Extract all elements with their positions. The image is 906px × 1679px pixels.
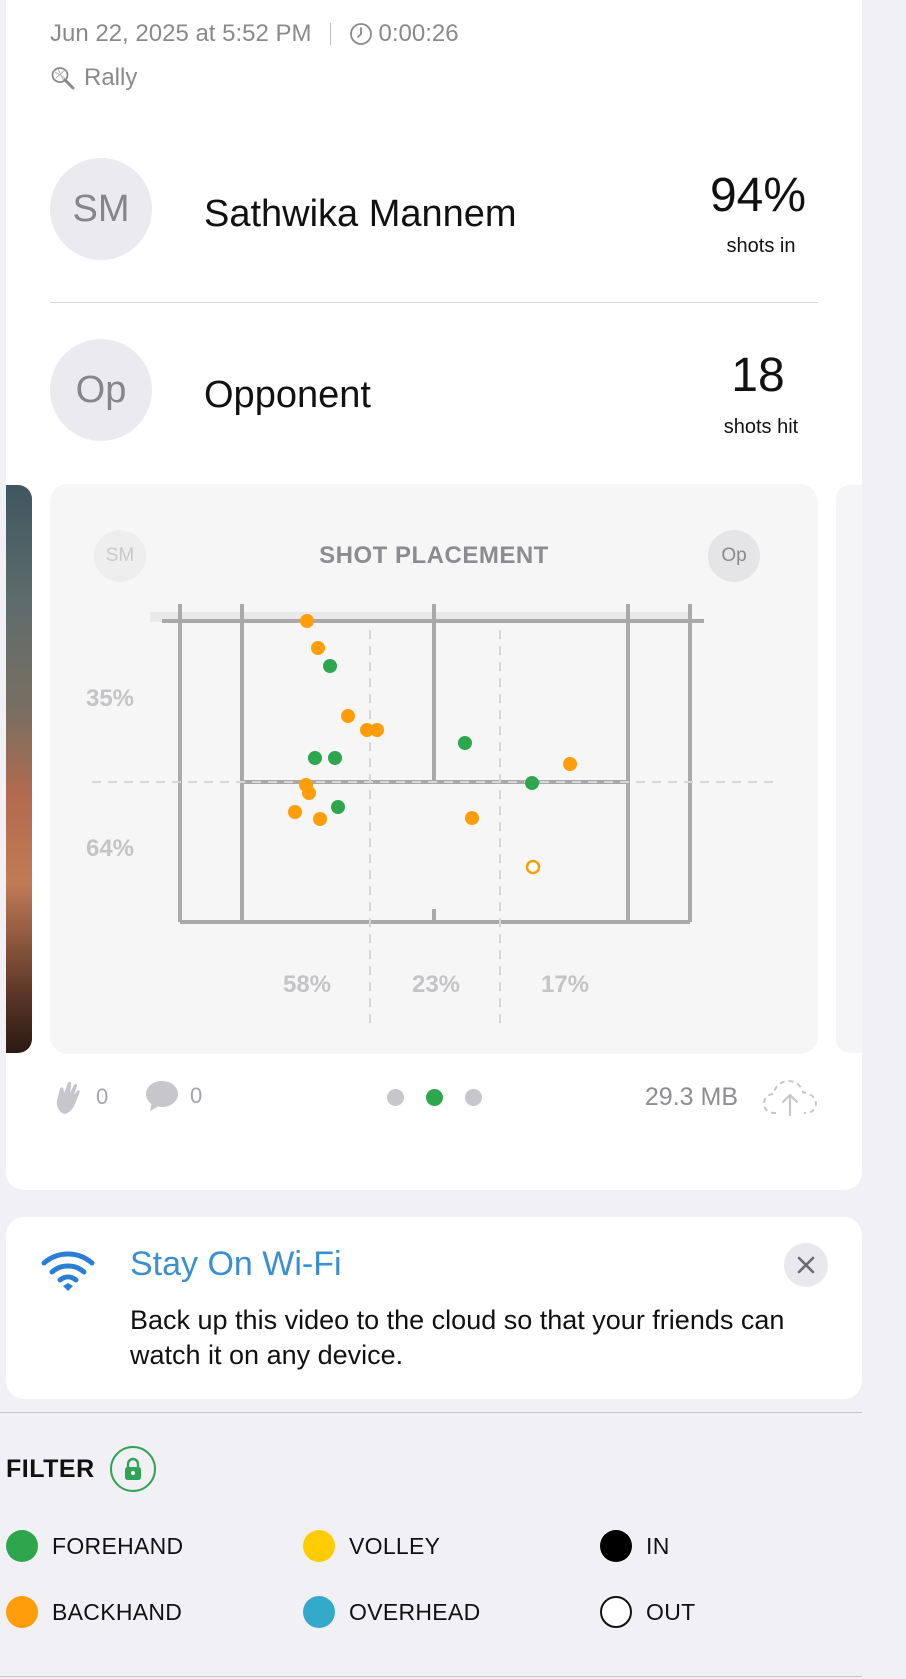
overhead-swatch [303,1596,335,1628]
meta-separator [329,23,331,45]
session-duration: 0:00:26 [378,20,459,47]
shot-dot-backhand [288,805,302,819]
racket-icon [50,65,76,91]
filter-backhand[interactable]: BACKHAND [6,1596,182,1628]
cloud-upload-icon[interactable] [762,1075,818,1124]
shot-dot-forehand [323,659,337,673]
shot-dot-backhand [300,614,314,628]
wifi-banner-body: Back up this video to the cloud so that … [130,1305,785,1370]
width-pct-center: 23% [412,971,460,998]
player-divider [50,302,818,303]
lock-icon[interactable] [110,1446,156,1492]
session-meta: Jun 22, 2025 at 5:52 PM 0:00:26 [50,20,459,48]
filter-title: FILTER [6,1455,95,1483]
like-count: 0 [96,1084,109,1109]
filter-in[interactable]: IN [600,1530,670,1562]
filter-label: FOREHAND [52,1532,184,1559]
filter-divider [0,1412,862,1413]
wifi-banner: Stay On Wi-Fi Back up this video to the … [6,1217,862,1399]
filter-volley[interactable]: VOLLEY [303,1530,440,1562]
filter-label: OUT [646,1598,696,1625]
player-stat-label: shots in [726,235,796,257]
wifi-icon [40,1249,96,1298]
player-stat-value: 18 [731,349,785,402]
backhand-swatch [6,1596,38,1628]
like-button[interactable]: 0 [54,1079,108,1115]
shot-dot-backhand [302,786,316,800]
placement-title: SHOT PLACEMENT [319,542,549,569]
shot-dot-backhand [370,723,384,737]
volley-swatch [303,1530,335,1562]
shot-dot-backhand-out [525,859,541,875]
avatar[interactable]: SM [50,158,152,260]
out-swatch [600,1596,632,1628]
shot-dot-backhand [341,709,355,723]
filter-label: OVERHEAD [349,1598,481,1625]
shot-dot-backhand [563,757,577,771]
comment-count: 0 [190,1083,203,1108]
width-pct-right: 17% [541,971,589,998]
shot-dot-forehand [308,751,322,765]
filter-label: VOLLEY [349,1532,441,1559]
player-stat-value: 94% [709,169,807,222]
session-type: Rally [50,64,137,92]
player-name: Opponent [204,374,371,416]
close-button[interactable] [784,1243,828,1287]
filter-out[interactable]: OUT [600,1596,695,1628]
clock-icon [349,22,373,46]
depth-pct-top: 35% [86,685,134,712]
width-pct-left: 58% [283,971,331,998]
filter-forehand[interactable]: FOREHAND [6,1530,183,1562]
avatar[interactable]: Op [50,339,152,441]
comment-button[interactable]: 0 [144,1079,202,1113]
page-dot-active[interactable] [426,1089,443,1106]
file-size: 29.3 MB [644,1083,738,1111]
filter-label: IN [646,1532,670,1559]
comment-icon [144,1079,180,1113]
shot-dot-forehand [328,751,342,765]
filter-label: BACKHAND [52,1598,183,1625]
next-page-preview[interactable] [836,485,862,1053]
session-datetime: Jun 22, 2025 at 5:52 PM [50,20,312,47]
player-name: Sathwika Mannem [204,193,517,235]
forehand-swatch [6,1530,38,1562]
close-icon [796,1255,816,1275]
shot-dot-backhand [311,641,325,655]
page-dot[interactable] [465,1089,482,1106]
depth-pct-bottom: 64% [86,835,134,862]
session-type-label: Rally [84,64,138,91]
shot-placement-panel[interactable]: 35% 64% 58% 23% 17% SM Op SHOT PLACEMENT [50,484,818,1054]
shot-dot-backhand [465,811,479,825]
filter-overhead[interactable]: OVERHEAD [303,1596,480,1628]
in-swatch [600,1530,632,1562]
player-stat-label: shots hit [723,416,799,438]
shot-dot-forehand [458,736,472,750]
clap-icon [54,1079,86,1115]
video-thumbnail-previous[interactable] [6,485,32,1053]
session-footer: 0 0 29.3 MB [50,1075,818,1119]
shot-dot-backhand [313,812,327,826]
page-dot[interactable] [387,1089,404,1106]
shot-dot-forehand [331,800,345,814]
wifi-banner-title: Stay On Wi-Fi [130,1245,342,1283]
bottom-divider [0,1676,862,1677]
shot-dot-forehand [525,776,539,790]
